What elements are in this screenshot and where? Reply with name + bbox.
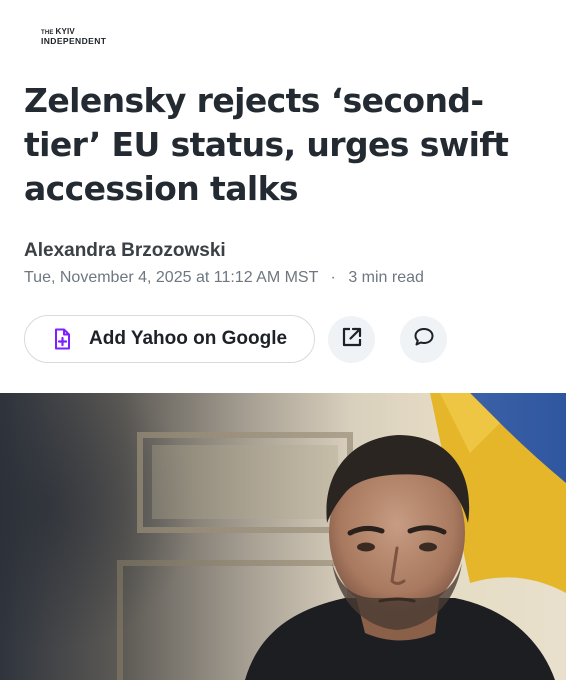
doc-plus-icon [51, 328, 73, 350]
external-link-icon [341, 326, 363, 353]
logo-line-1: THE KYIV [41, 27, 106, 37]
publisher-logo[interactable]: THE KYIV INDEPENDENT [41, 28, 106, 46]
author-name[interactable]: Alexandra Brzozowski [24, 240, 226, 262]
article-headline: Zelensky rejects ‘second-tier’ EU status… [24, 81, 509, 208]
meta-separator: · [330, 269, 336, 286]
read-time: 3 min read [348, 269, 424, 286]
logo-name: KYIV [55, 27, 75, 36]
share-button[interactable] [328, 316, 375, 363]
comments-button[interactable] [400, 316, 447, 363]
add-yahoo-on-google-button[interactable]: Add Yahoo on Google [24, 315, 315, 363]
logo-line-2: INDEPENDENT [41, 36, 107, 46]
article-photo[interactable] [0, 393, 566, 680]
comment-bubble-icon [413, 326, 435, 353]
add-google-label: Add Yahoo on Google [89, 328, 288, 349]
article-page: THE KYIV INDEPENDENT Zelensky rejects ‘s… [0, 0, 566, 680]
article-meta: Tue, November 4, 2025 at 11:12 AM MST · … [24, 269, 424, 287]
article-photo-illustration [0, 393, 566, 680]
publish-date: Tue, November 4, 2025 at 11:12 AM MST [24, 269, 319, 286]
